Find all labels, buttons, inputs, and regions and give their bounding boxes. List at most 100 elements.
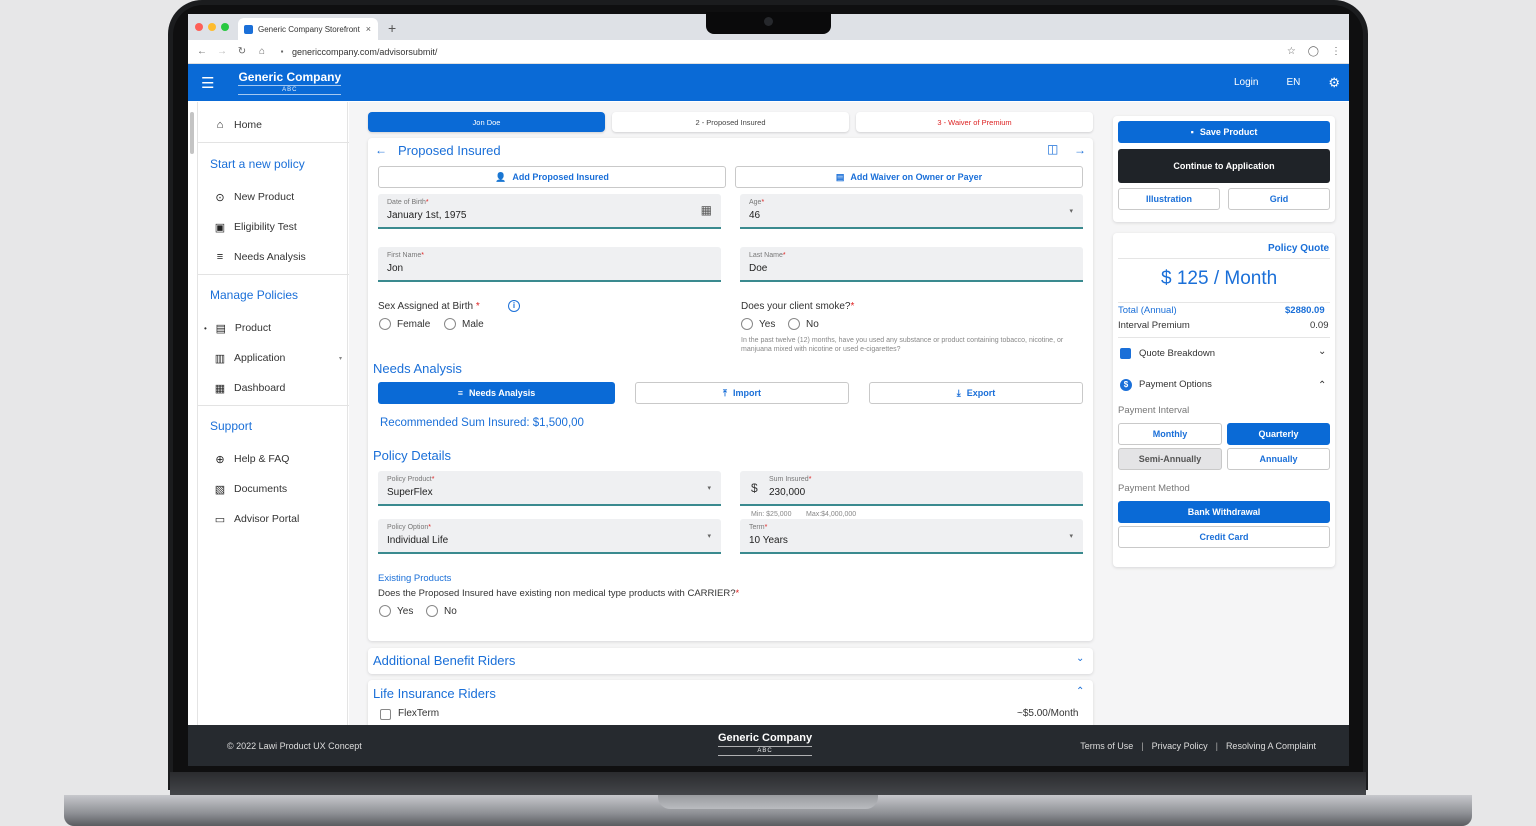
- policy-option-select[interactable]: Policy Option* Individual Life ▾: [378, 519, 721, 554]
- step-2-button[interactable]: 2 - Proposed Insured: [612, 112, 849, 132]
- calendar-icon[interactable]: ▦: [701, 203, 712, 217]
- required-mark: *: [475, 301, 480, 312]
- last-name-field[interactable]: Last Name* Doe: [740, 247, 1083, 282]
- term-select[interactable]: Term* 10 Years ▾: [740, 519, 1083, 554]
- radio-label: No: [806, 318, 819, 330]
- info-icon[interactable]: i: [508, 300, 520, 312]
- sidebar-item-needs-analysis[interactable]: ≡ Needs Analysis: [214, 251, 306, 263]
- button-label: Add Waiver on Owner or Payer: [850, 172, 983, 182]
- save-product-button[interactable]: ▪ Save Product: [1118, 121, 1330, 143]
- smoke-label: Does your client smoke?*: [741, 301, 854, 312]
- date-of-birth-field[interactable]: Date of Birth* January 1st, 1975 ▦: [378, 194, 721, 229]
- forward-arrow-icon[interactable]: →: [1074, 143, 1086, 157]
- privacy-link[interactable]: Privacy Policy: [1152, 741, 1208, 751]
- field-label: Date of Birth: [387, 199, 426, 206]
- back-icon[interactable]: ←: [196, 46, 208, 57]
- sidebar-item-help-faq[interactable]: ⊕ Help & FAQ: [214, 453, 289, 466]
- brand-sub: ABC: [718, 746, 813, 756]
- sidebar-item-advisor-portal[interactable]: ▭ Advisor Portal: [214, 513, 300, 526]
- close-window-icon[interactable]: [195, 23, 203, 31]
- footer-brand-logo: Generic Company ABC: [718, 733, 813, 756]
- first-name-field[interactable]: First Name* Jon: [378, 247, 721, 282]
- maximize-window-icon[interactable]: [221, 23, 229, 31]
- checklist-icon: ≡: [216, 251, 224, 263]
- sidebar-item-documents[interactable]: ▧ Documents: [214, 483, 287, 496]
- sidebar-item-new-product[interactable]: ⊙ New Product: [214, 191, 294, 204]
- sidebar-scrollbar[interactable]: [190, 112, 194, 154]
- profile-icon[interactable]: ◯: [1308, 46, 1319, 57]
- payment-method-label: Payment Method: [1118, 483, 1190, 494]
- grid-button[interactable]: Grid: [1228, 188, 1330, 210]
- payment-options-accordion[interactable]: $ Payment Options ⌃: [1118, 376, 1330, 394]
- address-input[interactable]: genericcompany.com/advisorsubmit/: [292, 47, 437, 57]
- import-button[interactable]: ⤒ Import: [635, 382, 849, 404]
- brand-logo[interactable]: Generic Company ABC: [238, 71, 342, 95]
- sex-label: Sex Assigned at Birth *: [378, 301, 480, 312]
- back-arrow-icon[interactable]: ←: [375, 143, 387, 157]
- credit-card-button[interactable]: Credit Card: [1118, 526, 1330, 548]
- annually-button[interactable]: Annually: [1227, 448, 1330, 470]
- quote-breakdown-accordion[interactable]: Quote Breakdown ⌄: [1118, 345, 1330, 363]
- field-value: Doe: [749, 263, 768, 274]
- sidebar-item-eligibility-test[interactable]: ▣ Eligibility Test: [214, 221, 297, 234]
- existing-yes-radio[interactable]: Yes: [379, 605, 413, 617]
- existing-no-radio[interactable]: No: [426, 605, 457, 617]
- field-value: Jon: [387, 263, 404, 274]
- illustration-button[interactable]: Illustration: [1118, 188, 1220, 210]
- required-mark: *: [782, 252, 786, 259]
- forward-icon[interactable]: →: [216, 46, 228, 57]
- smoke-no-radio[interactable]: No: [788, 318, 819, 330]
- quarterly-button[interactable]: Quarterly: [1227, 423, 1330, 445]
- login-link[interactable]: Login: [1234, 77, 1258, 88]
- payment-interval-label: Payment Interval: [1118, 405, 1190, 416]
- flexterm-checkbox[interactable]: [380, 709, 391, 720]
- support-icon[interactable]: ⚙: [1328, 75, 1340, 91]
- needs-analysis-button[interactable]: ≡ Needs Analysis: [378, 382, 615, 404]
- terms-link[interactable]: Terms of Use: [1080, 741, 1133, 751]
- bank-withdrawal-button[interactable]: Bank Withdrawal: [1118, 501, 1330, 523]
- step-1-button[interactable]: Jon Doe: [368, 112, 605, 132]
- field-value: Individual Life: [387, 535, 449, 546]
- continue-application-button[interactable]: Continue to Application: [1118, 149, 1330, 183]
- browser-tab[interactable]: Generic Company Storefront ×: [238, 18, 378, 40]
- step-3-button[interactable]: 3 - Waiver of Premium: [856, 112, 1093, 132]
- tab-close-icon[interactable]: ×: [366, 24, 371, 34]
- complaint-link[interactable]: Resolving A Complaint: [1226, 741, 1316, 751]
- semi-annually-button[interactable]: Semi-Annually: [1118, 448, 1222, 470]
- field-value: 230,000: [769, 487, 806, 498]
- radio-circle: [379, 605, 391, 617]
- add-waiver-button[interactable]: ▤ Add Waiver on Owner or Payer: [735, 166, 1083, 188]
- compare-icon[interactable]: ◫: [1047, 142, 1058, 156]
- sidebar-item-dashboard[interactable]: ▦ Dashboard: [214, 382, 286, 395]
- export-button[interactable]: ⤓ Export: [869, 382, 1083, 404]
- age-field[interactable]: Age* 46 ▾: [740, 194, 1083, 229]
- menu-icon[interactable]: ☰: [201, 74, 214, 92]
- sex-female-radio[interactable]: Female: [379, 318, 430, 330]
- minimize-window-icon[interactable]: [208, 23, 216, 31]
- accordion-title: Life Insurance Riders: [373, 686, 496, 701]
- radio-label: No: [444, 605, 457, 617]
- sidebar-item-application[interactable]: ▥ Application ▾: [214, 352, 342, 365]
- button-label: Import: [732, 388, 761, 398]
- sidebar-item-home[interactable]: ⌂ Home: [214, 119, 262, 131]
- field-label: Policy Product: [387, 476, 432, 483]
- monthly-button[interactable]: Monthly: [1118, 423, 1222, 445]
- new-tab-icon[interactable]: +: [388, 20, 396, 36]
- add-proposed-insured-button[interactable]: 👤 Add Proposed Insured: [378, 166, 726, 188]
- sidebar-item-product[interactable]: • ▤ Product: [204, 322, 271, 335]
- reload-icon[interactable]: ↻: [236, 46, 248, 57]
- sidebar-divider: [198, 274, 349, 275]
- additional-riders-accordion[interactable]: Additional Benefit Riders ⌄: [368, 648, 1093, 674]
- sex-male-radio[interactable]: Male: [444, 318, 484, 330]
- smoke-yes-radio[interactable]: Yes: [741, 318, 775, 330]
- field-label: Last Name: [749, 252, 783, 259]
- bookmark-star-icon[interactable]: ☆: [1287, 46, 1296, 57]
- browser-menu-icon[interactable]: ⋮: [1331, 46, 1341, 57]
- policy-product-select[interactable]: Policy Product* SuperFlex ▾: [378, 471, 721, 506]
- radio-circle: [741, 318, 753, 330]
- sum-insured-field[interactable]: $ Sum Insured* 230,000: [740, 471, 1083, 506]
- language-selector[interactable]: EN: [1286, 77, 1300, 88]
- home-browser-icon[interactable]: ⌂: [256, 46, 268, 57]
- download-icon: ⤓: [956, 387, 961, 398]
- caret-down-icon: ▾: [707, 533, 711, 540]
